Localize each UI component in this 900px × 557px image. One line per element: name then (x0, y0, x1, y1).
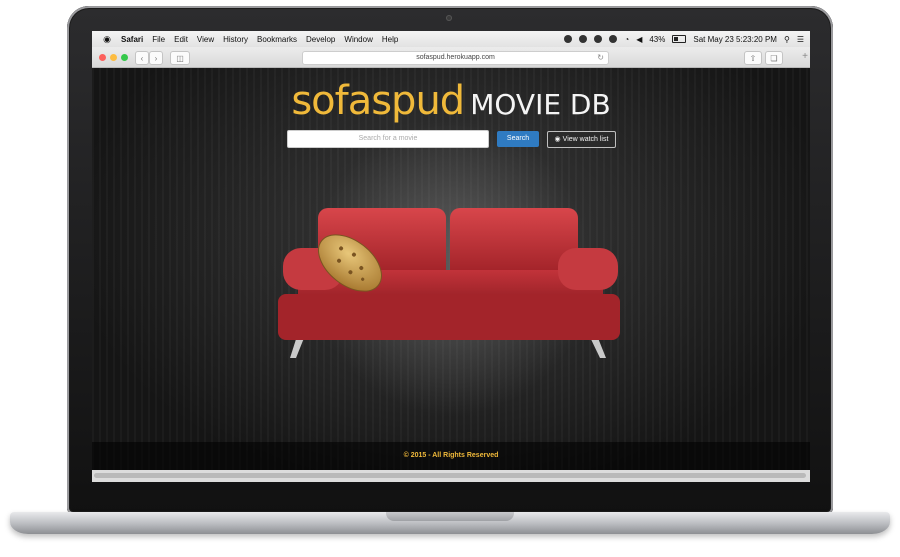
reload-icon[interactable]: ↻ (597, 52, 604, 64)
title-suffix: MOVIE DB (470, 88, 611, 121)
battery-percent: 43% (649, 34, 666, 44)
close-button[interactable] (99, 54, 106, 61)
horizontal-scrollbar[interactable] (92, 470, 810, 482)
scrollbar-thumb[interactable] (94, 473, 806, 478)
search-input[interactable]: Search for a movie (287, 130, 489, 148)
screen: ◉ Safari File Edit View History Bookmark… (92, 31, 810, 482)
minimize-button[interactable] (110, 54, 117, 61)
apple-icon[interactable]: ◉ (102, 34, 112, 45)
brand-logo[interactable]: sofaspud (291, 78, 465, 124)
search-button[interactable]: Search (497, 131, 539, 147)
address-bar[interactable]: sofaspud.herokuapp.com ↻ (302, 51, 609, 65)
laptop-notch (386, 512, 514, 521)
battery-icon[interactable] (672, 35, 687, 43)
wifi-icon[interactable]: ◔ (624, 35, 629, 44)
menu-bookmarks[interactable]: Bookmarks (257, 35, 297, 44)
couch-arm (558, 248, 618, 290)
tabs-icon[interactable]: ❏ (765, 51, 783, 65)
camera (446, 15, 452, 21)
browser-toolbar: ‹ › ◫ sofaspud.herokuapp.com ↻ ⇧ ❏ + (92, 47, 810, 68)
share-icon[interactable]: ⇧ (744, 51, 762, 65)
menu-bar: ◉ Safari File Edit View History Bookmark… (92, 31, 810, 47)
menu-help[interactable]: Help (382, 35, 398, 44)
menu-history[interactable]: History (223, 35, 248, 44)
watchlist-label: View watch list (562, 136, 609, 143)
couch-front (278, 294, 620, 340)
eye-icon: ◉ (554, 136, 561, 143)
site-title: sofaspud MOVIE DB (92, 78, 810, 124)
volume-icon[interactable]: ◀ (636, 35, 642, 44)
status-icon[interactable] (594, 35, 603, 43)
back-icon[interactable]: ‹ (135, 51, 149, 65)
watchlist-button[interactable]: ◉ View watch list (547, 131, 616, 148)
status-icon[interactable] (564, 35, 573, 43)
list-icon[interactable]: ☰ (797, 35, 804, 44)
forward-icon[interactable]: › (149, 51, 163, 65)
web-page: sofaspud MOVIE DB Search for a movie Sear… (92, 68, 810, 482)
menu-window[interactable]: Window (344, 35, 372, 44)
menu-view[interactable]: View (197, 35, 214, 44)
menu-file[interactable]: File (152, 35, 165, 44)
footer: © 2015 - All Rights Reserved (92, 442, 810, 470)
menu-develop[interactable]: Develop (306, 35, 335, 44)
couch-illustration (278, 208, 620, 358)
status-icon[interactable] (579, 35, 588, 43)
clock[interactable]: Sat May 23 5:23:20 PM (693, 35, 777, 44)
sidebar-icon[interactable]: ◫ (170, 51, 190, 65)
menu-edit[interactable]: Edit (174, 35, 188, 44)
status-icon[interactable] (609, 35, 618, 43)
new-tab-icon[interactable]: + (802, 51, 808, 62)
zoom-button[interactable] (121, 54, 128, 61)
status-area: ◔ ◀ 43% Sat May 23 5:23:20 PM ⚲ ☰ (557, 31, 804, 47)
search-icon[interactable]: ⚲ (784, 35, 790, 44)
menu-app[interactable]: Safari (121, 35, 143, 44)
url-text: sofaspud.herokuapp.com (416, 54, 495, 61)
